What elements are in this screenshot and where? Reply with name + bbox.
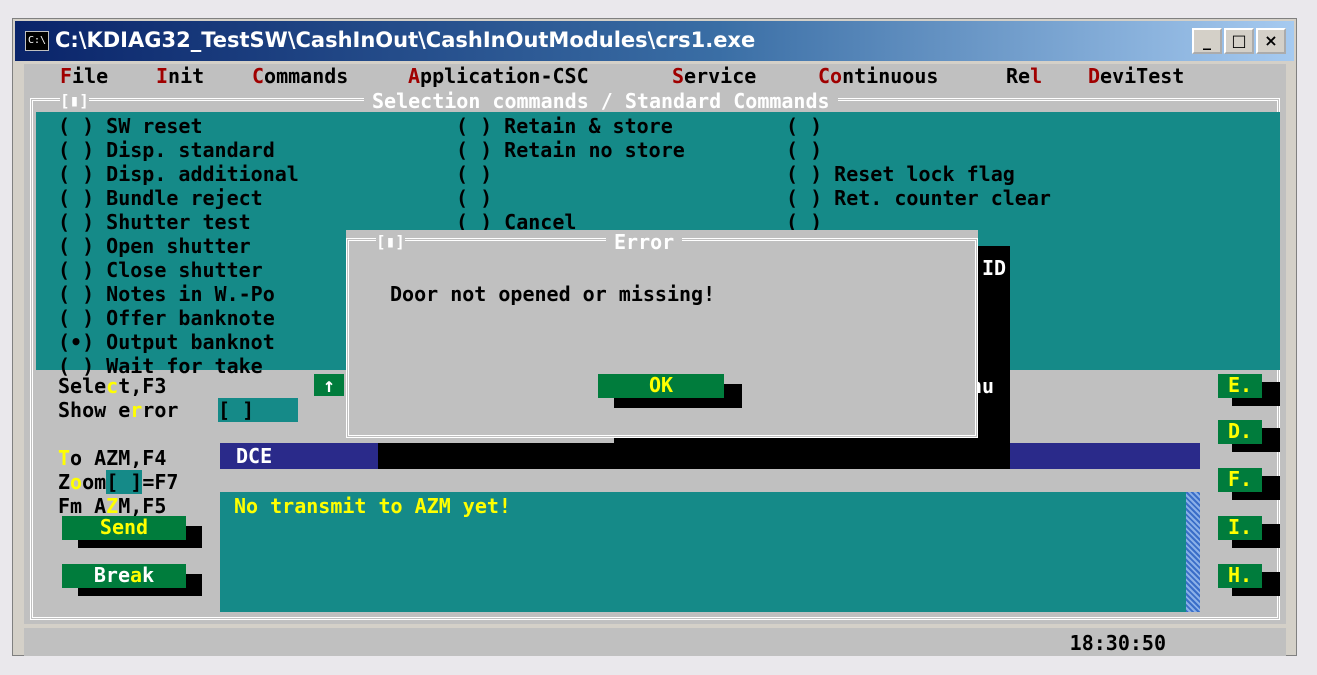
show-error-checkbox[interactable]: [ ] bbox=[218, 398, 298, 422]
status-clock: 18:30:50 bbox=[1069, 631, 1166, 655]
arrow-up-button[interactable]: ↑ bbox=[314, 374, 344, 396]
ok-button[interactable]: OK bbox=[598, 374, 724, 398]
title-bar[interactable]: C:\ C:\KDIAG32_TestSW\CashInOut\CashInOu… bbox=[15, 21, 1294, 61]
radio-bundle-reject[interactable]: ( ) Bundle reject bbox=[58, 186, 263, 210]
error-close-button[interactable]: [▮] bbox=[376, 232, 405, 251]
close-button[interactable]: × bbox=[1256, 28, 1286, 54]
radio-close-shutter[interactable]: ( ) Close shutter bbox=[58, 258, 263, 282]
break-button[interactable]: Break bbox=[62, 564, 186, 588]
error-dialog-border bbox=[346, 238, 978, 438]
partial-id-label: ID bbox=[982, 256, 1007, 280]
side-button-d[interactable]: D. bbox=[1218, 420, 1262, 444]
group-title: Selection commands / Standard Commands bbox=[364, 89, 838, 113]
select-label[interactable]: Select,F3 bbox=[58, 374, 166, 398]
error-title: Error bbox=[606, 230, 683, 254]
menu-service[interactable]: Service bbox=[672, 64, 756, 88]
radio-offer-banknote[interactable]: ( ) Offer banknote bbox=[58, 306, 275, 330]
error-dialog: [▮] Error Door not opened or missing! OK bbox=[346, 230, 978, 438]
menu-file[interactable]: File bbox=[60, 64, 108, 88]
radio-notes-in[interactable]: ( ) Notes in W.-Po bbox=[58, 282, 275, 306]
message-area[interactable]: No transmit to AZM yet! bbox=[220, 492, 1200, 612]
radio-empty-4[interactable]: ( ) bbox=[786, 138, 822, 162]
radio-empty-2[interactable]: ( ) bbox=[456, 186, 492, 210]
status-bar: 18:30:50 bbox=[24, 628, 1286, 656]
radio-retain-store[interactable]: ( ) Retain & store bbox=[456, 114, 673, 138]
menu-devitest[interactable]: DeviTest bbox=[1088, 64, 1184, 88]
send-button[interactable]: Send bbox=[62, 516, 186, 540]
window-title: C:\KDIAG32_TestSW\CashInOut\CashInOutMod… bbox=[55, 28, 756, 52]
menu-rel[interactable]: Rel bbox=[1006, 64, 1042, 88]
radio-disp-additional[interactable]: ( ) Disp. additional bbox=[58, 162, 299, 186]
radio-reset-lock-flag[interactable]: ( ) Reset lock flag bbox=[786, 162, 1015, 186]
menu-application-csc[interactable]: Application-CSC bbox=[408, 64, 589, 88]
radio-disp-standard[interactable]: ( ) Disp. standard bbox=[58, 138, 275, 162]
side-button-i[interactable]: I. bbox=[1218, 516, 1262, 540]
show-error-label[interactable]: Show error bbox=[58, 398, 178, 422]
zoom-label[interactable]: Zoom[ ]=F7 bbox=[58, 470, 178, 494]
radio-sw-reset[interactable]: ( ) SW reset bbox=[58, 114, 203, 138]
dce-bar-dark bbox=[378, 443, 1010, 469]
menu-continuous[interactable]: Continuous bbox=[818, 64, 938, 88]
radio-ret-counter-clear[interactable]: ( ) Ret. counter clear bbox=[786, 186, 1051, 210]
side-button-h[interactable]: H. bbox=[1218, 564, 1262, 588]
radio-open-shutter[interactable]: ( ) Open shutter bbox=[58, 234, 251, 258]
console-icon[interactable]: C:\ bbox=[25, 31, 49, 51]
radio-empty-1[interactable]: ( ) bbox=[456, 162, 492, 186]
to-azm-label[interactable]: To AZM,F4 bbox=[58, 446, 166, 470]
message-text: No transmit to AZM yet! bbox=[234, 494, 511, 518]
zoom-checkbox[interactable]: [ ] bbox=[106, 470, 143, 494]
minimize-button[interactable]: _ bbox=[1192, 28, 1222, 54]
menu-bar: File Init Commands Application-CSC Servi… bbox=[24, 64, 1286, 88]
error-message: Door not opened or missing! bbox=[390, 282, 716, 306]
side-button-e[interactable]: E. bbox=[1218, 374, 1262, 398]
menu-init[interactable]: Init bbox=[156, 64, 204, 88]
maximize-button[interactable]: □ bbox=[1224, 28, 1254, 54]
radio-shutter-test[interactable]: ( ) Shutter test bbox=[58, 210, 251, 234]
message-scrollbar[interactable] bbox=[1186, 492, 1200, 612]
side-button-f[interactable]: F. bbox=[1218, 468, 1262, 492]
menu-commands[interactable]: Commands bbox=[252, 64, 348, 88]
radio-empty-3[interactable]: ( ) bbox=[786, 114, 822, 138]
radio-retain-no-store[interactable]: ( ) Retain no store bbox=[456, 138, 685, 162]
radio-output-banknote[interactable]: (•) Output banknot bbox=[58, 330, 275, 354]
group-close-button[interactable]: [▮] bbox=[60, 91, 89, 110]
